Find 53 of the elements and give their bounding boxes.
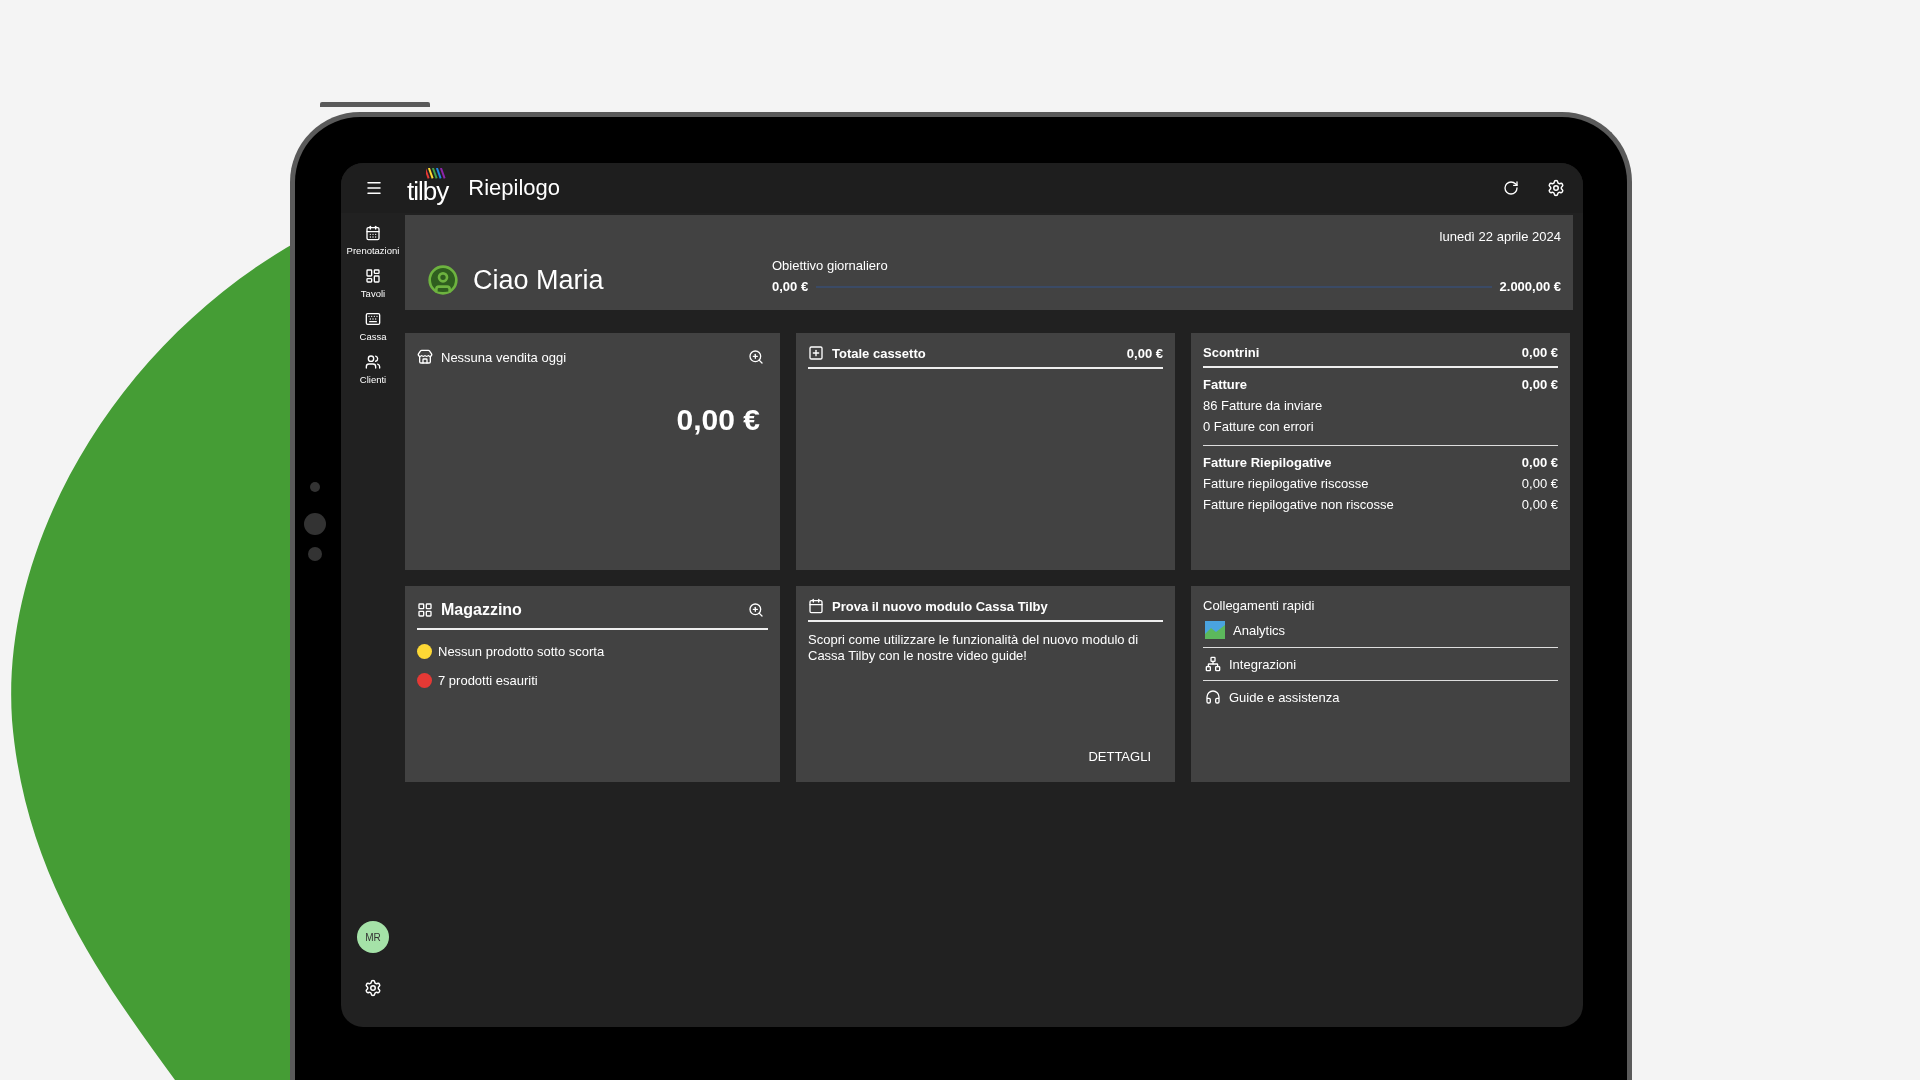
stock-status: Nessun prodotto sotto scorta [438, 644, 605, 659]
card-title: Totale cassetto [832, 345, 927, 361]
drawer-icon [808, 345, 824, 361]
page-title: Riepilogo [468, 175, 561, 201]
people-icon [365, 354, 381, 370]
calendar-icon [365, 225, 381, 241]
amount-text: 0,00 € [1521, 455, 1558, 470]
goal-label: Obiettivo giornaliero [772, 258, 889, 273]
calendar-icon [808, 598, 824, 614]
card-title: Collegamenti rapidi [1203, 598, 1316, 613]
sensor-dot [308, 547, 322, 561]
sensor-dot [304, 513, 326, 535]
camera-lens [310, 482, 320, 492]
headset-icon [1205, 689, 1221, 705]
tables-icon [365, 268, 381, 284]
promo-text: Scopri come utilizzare le funzionalità del nuovo modulo di Cassa Tilby con le nostre video guide! [808, 632, 1140, 665]
user-avatar[interactable]: MR [357, 921, 389, 953]
sidebar-item[interactable]: Clienti [341, 352, 405, 387]
stock-status: 7 prodotti esauriti [438, 673, 538, 688]
store-icon [417, 349, 433, 365]
card-title: Nessuna vendita oggi [441, 349, 568, 365]
chart-icon [1205, 621, 1225, 639]
amount-text: 0,00 € [1521, 476, 1558, 491]
network-icon [1205, 656, 1221, 672]
line-label: Fatture riepilogative riscosse [1203, 476, 1369, 491]
card-title: Prova il nuovo modulo Cassa Tilby [832, 598, 1049, 614]
amount-text: 0,00 € [1521, 345, 1558, 360]
amount-text: 0,00 € [1521, 497, 1558, 512]
line-label: Fatture riepilogative non riscosse [1203, 497, 1394, 512]
amount-text: 0,00 € [1521, 377, 1558, 392]
section-title: Fatture Riepilogative [1203, 455, 1332, 470]
sidebar-item[interactable]: Prenotazioni [341, 223, 405, 258]
card-title: Magazzino [441, 601, 523, 619]
line-label: 0 Fatture con errori [1203, 419, 1314, 434]
quick-link[interactable]: Guide e assistenza [1203, 681, 1558, 713]
line-label: 86 Fatture da inviare [1203, 398, 1323, 413]
greeting: Ciao Maria [473, 264, 604, 296]
card-title: Scontrini [1203, 345, 1261, 360]
app-logo: tilby [407, 169, 449, 207]
details-button[interactable]: DETTAGLI [1076, 743, 1163, 770]
keyboard-icon [365, 311, 381, 327]
drawer-amount: 0,00 € [1126, 345, 1163, 361]
date-label: lunedì 22 aprile 2024 [1439, 229, 1561, 244]
section-title: Fatture [1203, 377, 1248, 392]
quick-link[interactable]: Analytics [1203, 613, 1558, 648]
widgets-icon [417, 602, 433, 618]
user-icon [427, 264, 459, 296]
sidebar-item[interactable]: Tavoli [341, 266, 405, 301]
quick-link[interactable]: Integrazioni [1203, 648, 1558, 681]
goal-start: 0,00 € [772, 279, 809, 294]
sales-total: 0,00 € [676, 403, 760, 437]
goal-target: 2.000,00 € [1499, 279, 1561, 294]
sidebar-item[interactable]: Cassa [341, 309, 405, 344]
